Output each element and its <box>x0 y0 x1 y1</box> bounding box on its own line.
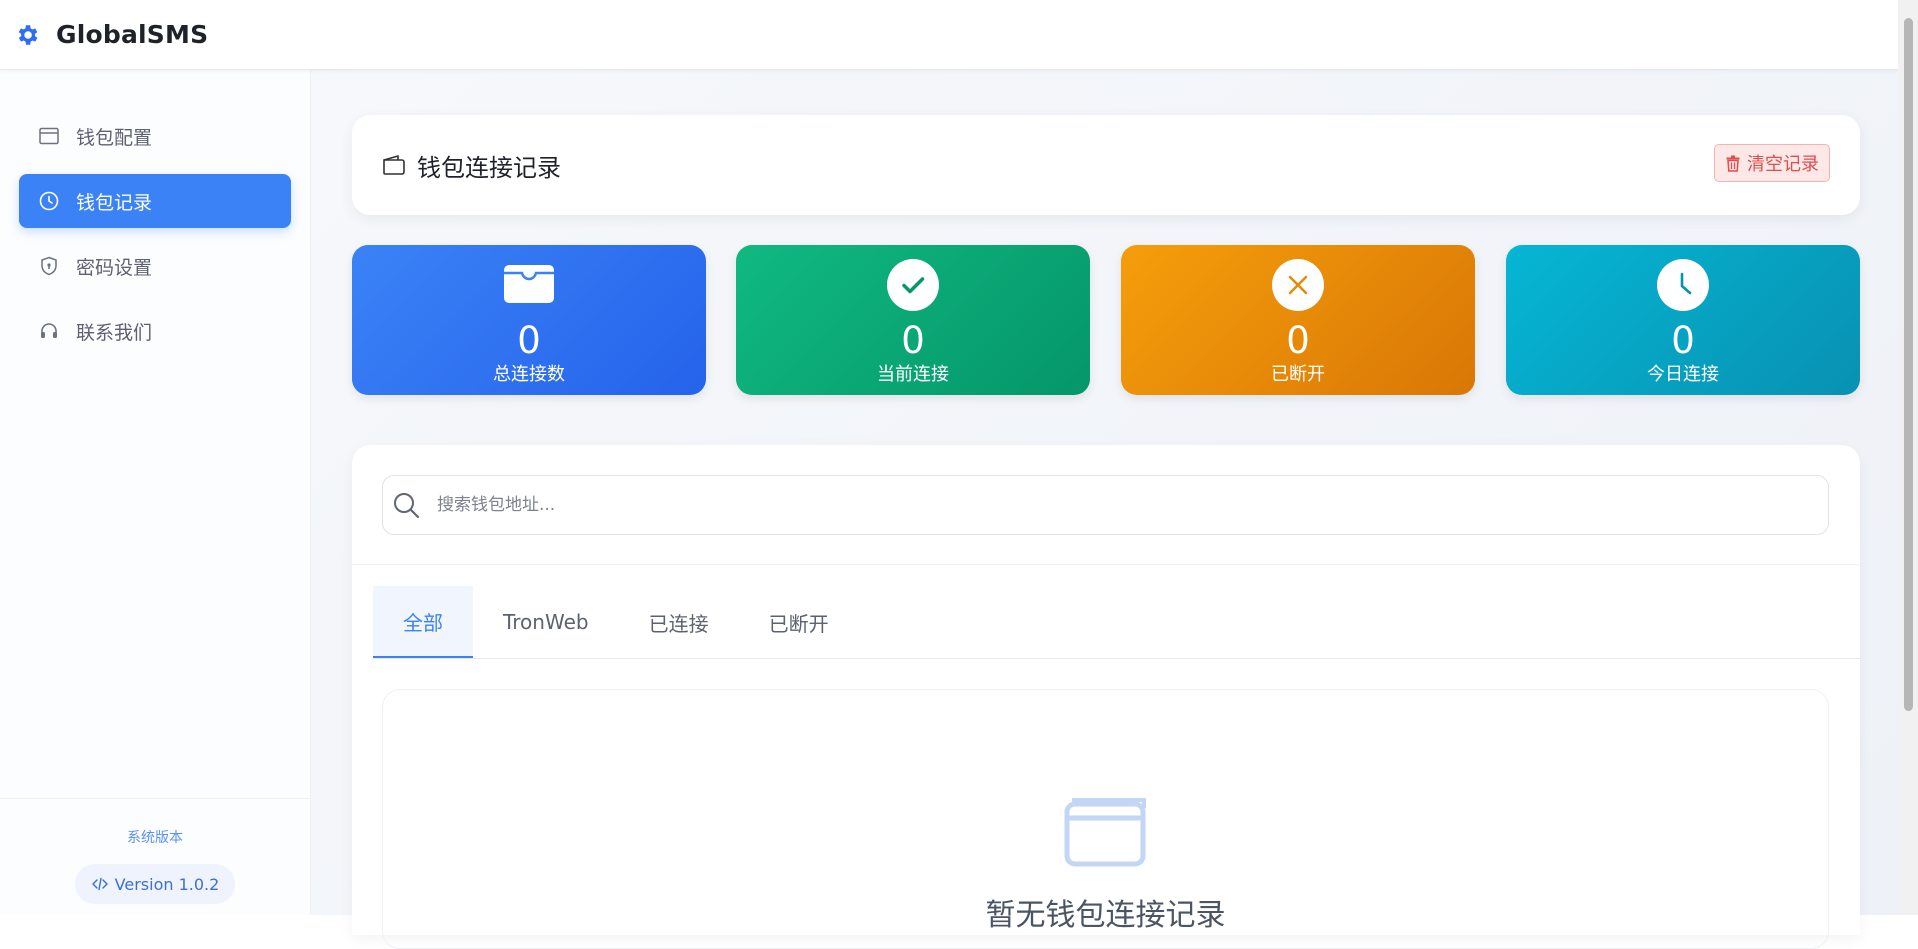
sidebar-footer: 系统版本 Version 1.0.2 <box>0 798 310 915</box>
sidebar: 钱包配置 钱包记录 密码设置 联系我们 系统版本 Version 1.0.2 <box>0 70 311 915</box>
sidebar-nav: 钱包配置 钱包记录 密码设置 联系我们 <box>19 109 291 369</box>
sidebar-item-label: 钱包配置 <box>76 126 153 149</box>
divider <box>352 564 1860 565</box>
check-circle-icon <box>887 259 939 311</box>
clear-records-button[interactable]: 清空记录 <box>1714 144 1830 182</box>
search-box <box>382 475 1829 535</box>
sidebar-item-label: 钱包记录 <box>76 191 153 214</box>
stat-value: 0 <box>517 319 541 362</box>
sidebar-item-password-settings[interactable]: 密码设置 <box>19 239 291 293</box>
stat-card-total: 0 总连接数 <box>352 245 706 395</box>
wallet-icon <box>503 259 555 311</box>
page-scrollbar[interactable] <box>1898 0 1918 915</box>
divider <box>373 658 1860 659</box>
stat-value: 0 <box>901 319 925 362</box>
tab-all[interactable]: 全部 <box>373 586 473 658</box>
gear-icon <box>14 22 40 48</box>
version-text: Version 1.0.2 <box>114 874 220 894</box>
brand-name: GlobalSMS <box>56 20 209 49</box>
headset-icon <box>38 320 60 342</box>
page-title: 钱包连接记录 <box>417 153 561 182</box>
x-circle-icon <box>1272 259 1324 311</box>
stat-label: 已断开 <box>1271 364 1325 385</box>
sidebar-item-contact-us[interactable]: 联系我们 <box>19 304 291 358</box>
stat-label: 当前连接 <box>877 364 949 385</box>
stat-card-today: 0 今日连接 <box>1506 245 1860 395</box>
wallet-outline-icon <box>381 152 407 178</box>
sidebar-item-label: 密码设置 <box>76 256 153 279</box>
empty-state-text: 暂无钱包连接记录 <box>985 898 1226 933</box>
clock-circle-icon <box>1657 259 1709 311</box>
page-header: 钱包连接记录 清空记录 <box>352 115 1860 215</box>
window-icon <box>38 125 60 147</box>
tab-connected[interactable]: 已连接 <box>619 586 739 658</box>
stat-card-disconnected: 0 已断开 <box>1121 245 1475 395</box>
clock-icon <box>38 190 60 212</box>
version-caption: 系统版本 <box>127 830 183 846</box>
scrollbar-thumb[interactable] <box>1904 18 1913 711</box>
filter-tabs: 全部 TronWeb 已连接 已断开 <box>373 586 859 658</box>
stat-label: 今日连接 <box>1647 364 1719 385</box>
stat-card-current: 0 当前连接 <box>736 245 1090 395</box>
shield-icon <box>38 255 60 277</box>
search-icon <box>391 490 421 520</box>
tab-tronweb[interactable]: TronWeb <box>473 586 619 658</box>
sidebar-item-wallet-config[interactable]: 钱包配置 <box>19 109 291 163</box>
trash-icon <box>1725 155 1741 172</box>
clear-records-label: 清空记录 <box>1747 154 1819 175</box>
top-bar: GlobalSMS <box>0 0 1898 70</box>
sidebar-item-wallet-records[interactable]: 钱包记录 <box>19 174 291 228</box>
code-icon <box>91 875 109 893</box>
empty-state: 暂无钱包连接记录 <box>382 689 1829 949</box>
main-content: 钱包连接记录 清空记录 0 总连接数 0 当前连接 0 已断开 0 今日连接 搜… <box>311 70 1898 949</box>
empty-wallet-icon <box>1064 794 1148 868</box>
stat-label: 总连接数 <box>493 364 565 385</box>
stats-row: 0 总连接数 0 当前连接 0 已断开 0 今日连接 <box>352 245 1860 395</box>
version-badge: Version 1.0.2 <box>74 864 236 904</box>
sidebar-item-label: 联系我们 <box>76 321 153 344</box>
search-input[interactable] <box>437 485 1737 525</box>
stat-value: 0 <box>1671 319 1695 362</box>
records-panel: 全部 TronWeb 已连接 已断开 暂无钱包连接记录 <box>352 445 1860 949</box>
tab-disconnected[interactable]: 已断开 <box>739 586 859 658</box>
stat-value: 0 <box>1286 319 1310 362</box>
